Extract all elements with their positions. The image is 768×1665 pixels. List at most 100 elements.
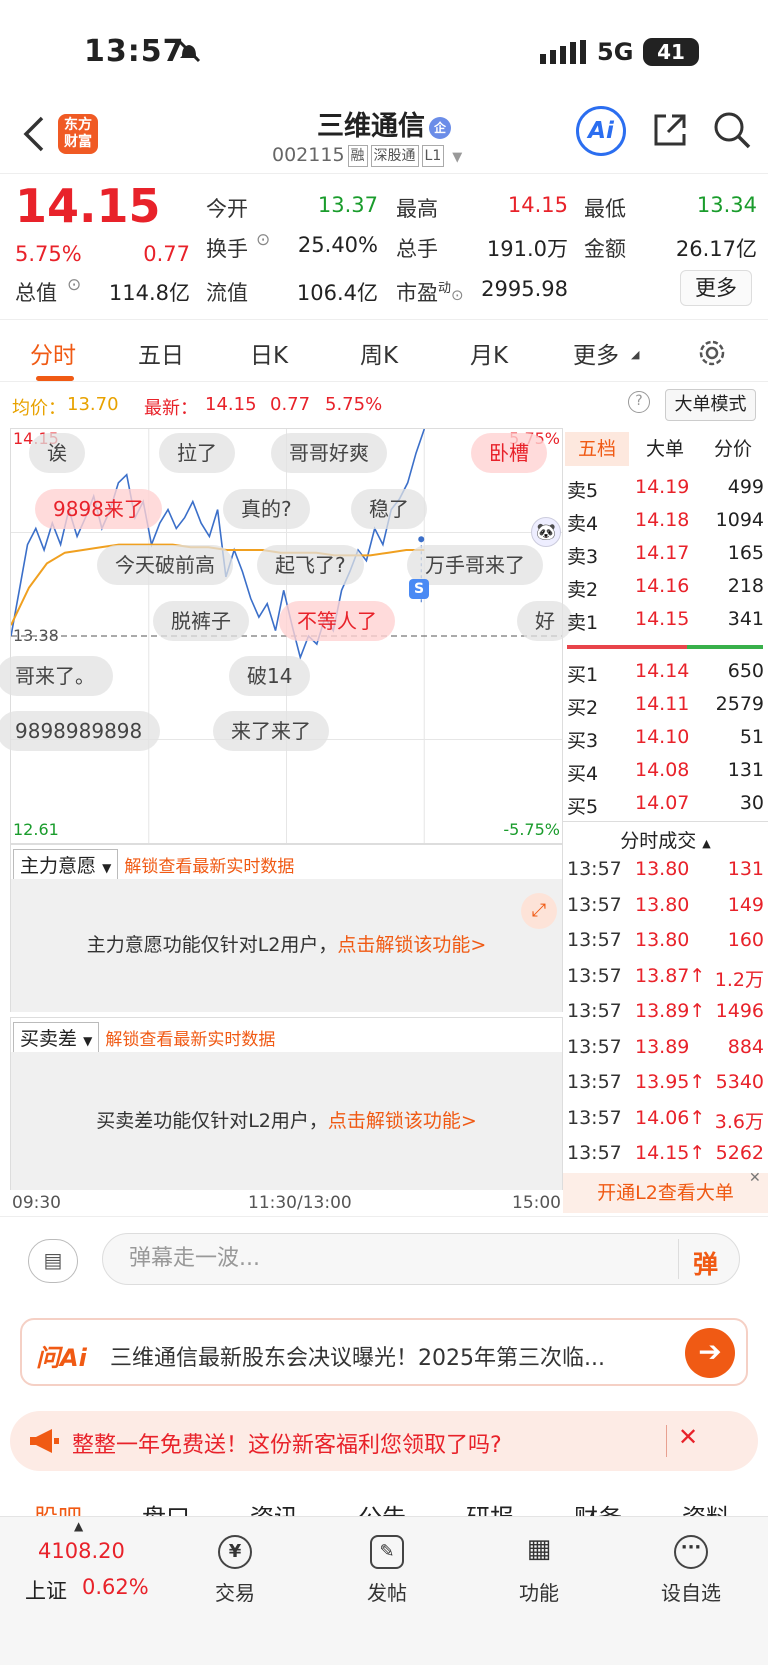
mascot-icon[interactable]: 🐼 bbox=[531, 517, 561, 547]
danmaku-bubble[interactable]: 诶 bbox=[29, 433, 85, 473]
enterprise-badge: 企 bbox=[429, 116, 451, 139]
nav-post[interactable]: ✎ 发帖 bbox=[332, 1535, 442, 1606]
trade-time: 13:57 bbox=[567, 858, 622, 880]
danmaku-send-button[interactable]: 弹 bbox=[693, 1245, 718, 1281]
tag-connect: 深股通 bbox=[370, 144, 419, 167]
tab-five-levels[interactable]: 五档 bbox=[565, 432, 629, 466]
edit-icon: ✎ bbox=[370, 1535, 404, 1569]
nav-watchlist[interactable]: ··· 设自选 bbox=[636, 1535, 746, 1606]
unlock-link[interactable]: 解锁查看最新实时数据 bbox=[105, 1030, 275, 1050]
danmaku-bubble[interactable]: 今天破前高 bbox=[97, 545, 233, 585]
danmaku-bubble[interactable]: 起飞了? bbox=[257, 545, 364, 585]
avg-label: 均价： bbox=[12, 398, 66, 419]
index-pct[interactable]: 0.62% bbox=[82, 1575, 149, 1599]
signal-s-icon[interactable]: S bbox=[409, 579, 429, 599]
ai-button[interactable]: Ai bbox=[576, 106, 626, 156]
info-icon[interactable]: ⊙ bbox=[256, 230, 270, 250]
danmaku-bubble[interactable]: 真的? bbox=[223, 489, 310, 529]
ai-news-card[interactable]: 问Ai 三维通信最新股东会决议曝光！2025年第三次临... ➔ bbox=[20, 1318, 748, 1386]
big-order-mode-button[interactable]: 大单模式 bbox=[665, 389, 756, 421]
tab-price-dist[interactable]: 分价 bbox=[701, 432, 765, 466]
stock-code-row[interactable]: 002115 融深股通 L1 ▼ bbox=[272, 144, 462, 167]
ai-label: 问Ai bbox=[36, 1344, 87, 1372]
nav-trade[interactable]: ¥ 交易 bbox=[180, 1535, 290, 1606]
danmaku-bubble[interactable]: 不等人了 bbox=[279, 601, 395, 641]
tab-weekly-k[interactable]: 周K bbox=[360, 336, 398, 370]
unlock-feature-link[interactable]: 点击解锁该功能> bbox=[337, 934, 486, 956]
tab-news[interactable]: 资讯 bbox=[250, 1498, 298, 1516]
time-end: 15:00 bbox=[512, 1193, 561, 1213]
expand-icon[interactable]: ⤢ bbox=[521, 893, 557, 929]
amount-value: 26.17亿 bbox=[675, 237, 757, 261]
danmaku-bubble[interactable]: 9898989898 bbox=[0, 711, 161, 751]
arrow-right-icon[interactable]: ➔ bbox=[685, 1328, 735, 1378]
level-volume: 51 bbox=[739, 726, 764, 748]
axis-bottom-price: 12.61 bbox=[13, 820, 59, 839]
info-icon[interactable]: ⊙ bbox=[67, 275, 81, 295]
signal-icon bbox=[540, 40, 586, 64]
tab-monthly-k[interactable]: 月K bbox=[470, 336, 508, 370]
search-icon[interactable] bbox=[712, 110, 752, 150]
trade-volume: 1.2万 bbox=[714, 968, 764, 991]
danmaku-bubble[interactable]: 稳了 bbox=[351, 489, 427, 529]
more-button[interactable]: 更多 bbox=[680, 270, 752, 306]
sub-tabs: 股吧 盘口 资讯 公告 研报 财务 资料 bbox=[0, 1490, 768, 1516]
time-start: 09:30 bbox=[12, 1193, 61, 1213]
trade-volume: 1496 bbox=[715, 1000, 764, 1022]
tab-profile[interactable]: 资料 bbox=[682, 1498, 730, 1516]
sell-ratio-bar bbox=[567, 645, 687, 649]
tab-research[interactable]: 研报 bbox=[466, 1498, 514, 1516]
help-icon[interactable]: ? bbox=[628, 391, 650, 413]
tag-level: L1 bbox=[421, 144, 445, 167]
promo-banner[interactable]: 整整一年免费送！这份新客福利您领取了吗? ✕ bbox=[10, 1411, 758, 1471]
avg-price-row: 均价： 13.70 最新： 14.15 0.77 5.75% ? 大单模式 bbox=[0, 382, 768, 428]
tab-more[interactable]: 更多 bbox=[573, 336, 619, 370]
danmaku-bubble[interactable]: 破14 bbox=[229, 656, 311, 696]
index-value[interactable]: 4108.20 bbox=[38, 1539, 125, 1563]
tab-handicap[interactable]: 盘口 bbox=[142, 1498, 190, 1516]
close-icon[interactable]: ✕ bbox=[678, 1423, 698, 1451]
level-label: 买1 bbox=[567, 664, 599, 686]
danmaku-input[interactable]: 弹幕走一波... bbox=[102, 1233, 740, 1285]
axis-bottom-pct: -5.75% bbox=[503, 820, 560, 839]
unlock-link[interactable]: 解锁查看最新实时数据 bbox=[124, 857, 294, 877]
danmaku-settings-icon[interactable]: ▤ bbox=[28, 1239, 78, 1283]
danmaku-bubble[interactable]: 哥哥好爽 bbox=[271, 433, 387, 473]
settings-icon[interactable] bbox=[697, 338, 727, 368]
tab-forum[interactable]: 股吧 bbox=[34, 1498, 82, 1516]
trade-time: 13:57 bbox=[567, 1142, 622, 1164]
tab-finance[interactable]: 财务 bbox=[574, 1498, 622, 1516]
trade-time: 13:57 bbox=[567, 893, 622, 916]
intraday-chart[interactable]: 14.15 5.75% 13.38 12.61 -5.75% 诶拉了哥哥好爽卧槽… bbox=[0, 428, 573, 844]
more-dots-icon: ··· bbox=[674, 1535, 708, 1569]
trade-time: 13:57 bbox=[567, 1035, 622, 1058]
close-icon[interactable]: ✕ bbox=[749, 1170, 761, 1186]
bid-ask-select[interactable]: 买卖差 ▼ bbox=[13, 1022, 100, 1053]
buy-ratio-bar bbox=[687, 645, 763, 649]
l2-promo-banner[interactable]: 开通L2查看大单 bbox=[563, 1173, 768, 1213]
danmaku-bubble[interactable]: 9898来了 bbox=[35, 489, 162, 529]
level-label: 买2 bbox=[567, 697, 599, 719]
tab-announcements[interactable]: 公告 bbox=[358, 1498, 406, 1516]
open-label: 今开 bbox=[206, 197, 248, 221]
amount-label: 金额 bbox=[584, 237, 626, 261]
index-name[interactable]: 上证 bbox=[25, 1575, 67, 1605]
tab-five-day[interactable]: 五日 bbox=[138, 336, 184, 370]
main-intent-select[interactable]: 主力意愿 ▼ bbox=[13, 849, 119, 880]
nav-functions[interactable]: ▦ 功能 bbox=[484, 1535, 594, 1606]
unlock-feature-link[interactable]: 点击解锁该功能> bbox=[328, 1110, 477, 1132]
trades-title[interactable]: 分时成交 ▲ bbox=[563, 826, 768, 853]
level-price: 14.16 bbox=[635, 575, 690, 597]
danmaku-bubble[interactable]: 脱裤子 bbox=[153, 601, 249, 641]
tab-big-orders[interactable]: 大单 bbox=[633, 432, 697, 466]
danmaku-bubble[interactable]: 卧槽 bbox=[471, 433, 547, 473]
trade-volume: 5340 bbox=[715, 1071, 764, 1093]
danmaku-bubble[interactable]: 拉了 bbox=[159, 433, 235, 473]
tab-daily-k[interactable]: 日K bbox=[250, 336, 288, 370]
level-price: 14.08 bbox=[635, 759, 690, 781]
tab-intraday[interactable]: 分时 bbox=[30, 336, 76, 370]
mcap-value: 114.8亿 bbox=[108, 281, 190, 305]
danmaku-bubble[interactable]: 哥来了。 bbox=[0, 656, 113, 696]
danmaku-bubble[interactable]: 来了来了 bbox=[213, 711, 329, 751]
share-icon[interactable] bbox=[650, 110, 690, 150]
